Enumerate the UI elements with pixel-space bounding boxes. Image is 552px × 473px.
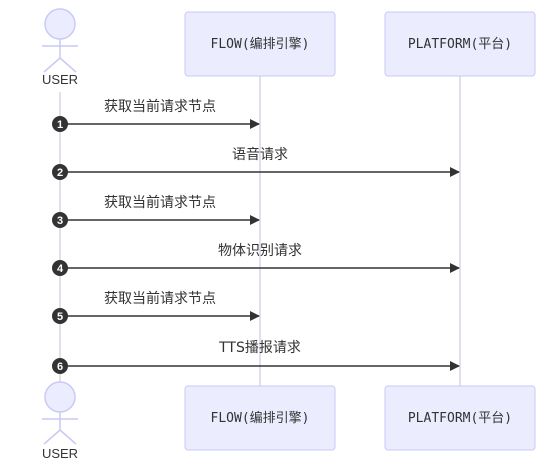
- message-label: 获取当前请求节点: [104, 290, 216, 307]
- actor-user-bottom: USER: [42, 381, 78, 461]
- actor-user-top: USER: [42, 8, 78, 87]
- message-label: 物体识别请求: [218, 243, 302, 259]
- message-5: 获取当前请求节点 5: [52, 290, 260, 324]
- person-icon: [42, 381, 78, 445]
- participant-flow-label: FLOW(编排引擎): [211, 411, 310, 426]
- message-1: 获取当前请求节点 1: [52, 98, 260, 132]
- message-2: 语音请求 2: [52, 146, 460, 180]
- participant-platform-top: PLATFORM(平台): [384, 11, 536, 77]
- message-label: 语音请求: [232, 146, 288, 163]
- sequence-number: 6: [57, 361, 63, 373]
- participant-platform-label: PLATFORM(平台): [408, 411, 512, 426]
- sequence-number: 2: [57, 167, 63, 179]
- message-4: 物体识别请求 4: [52, 243, 460, 276]
- participant-flow-top: FLOW(编排引擎): [184, 11, 336, 77]
- sequence-number: 4: [57, 263, 64, 275]
- participant-flow-bottom: FLOW(编排引擎): [184, 385, 336, 451]
- sequence-number: 1: [57, 119, 63, 131]
- message-label: 获取当前请求节点: [104, 194, 216, 211]
- message-label: 获取当前请求节点: [104, 98, 216, 115]
- message-6: TTS播报请求 6: [52, 340, 460, 374]
- participant-flow-label: FLOW(编排引擎): [211, 37, 310, 52]
- actor-user-label: USER: [42, 72, 78, 87]
- person-icon: [42, 8, 78, 73]
- actor-user-label: USER: [42, 446, 78, 461]
- participant-platform-bottom: PLATFORM(平台): [384, 385, 536, 451]
- message-3: 获取当前请求节点 3: [52, 194, 260, 228]
- message-label: TTS播报请求: [218, 340, 301, 356]
- sequence-number: 3: [57, 215, 63, 227]
- sequence-diagram: USER FLOW(编排引擎) PLATFORM(平台) 获取当前请求节点 1 …: [42, 8, 536, 461]
- sequence-number: 5: [57, 311, 63, 323]
- participant-platform-label: PLATFORM(平台): [408, 37, 512, 52]
